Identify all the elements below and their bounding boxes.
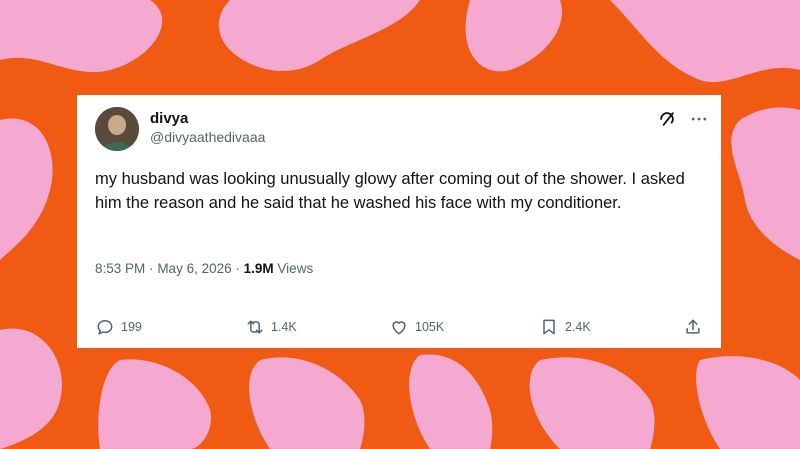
repost-button[interactable]: 1.4K [245, 315, 297, 339]
repost-count: 1.4K [271, 320, 297, 334]
share-button[interactable] [683, 315, 703, 339]
author-handle[interactable]: @divyaathedivaaa [150, 129, 265, 145]
action-bar: 199 1.4K 105K 2.4K [95, 315, 707, 339]
views-label: Views [277, 261, 314, 276]
like-count: 105K [415, 320, 445, 334]
bookmark-icon [543, 319, 555, 335]
avatar[interactable] [95, 107, 139, 151]
more-icon[interactable] [689, 109, 709, 129]
views-count: 1.9M [243, 261, 274, 276]
bookmark-button[interactable]: 2.4K [539, 315, 591, 339]
tweet-text: my husband was looking unusually glowy a… [95, 170, 685, 212]
share-icon [686, 319, 700, 334]
meta-separator: · [235, 261, 240, 276]
reply-count: 199 [121, 320, 142, 334]
tweet-date[interactable]: May 6, 2026 [157, 261, 231, 276]
like-icon [392, 321, 406, 335]
tweet-card: divya @divyaathedivaaa my husband was lo… [77, 95, 721, 348]
reply-button[interactable]: 199 [95, 315, 142, 339]
reply-icon [97, 320, 113, 335]
tweet-meta: 8:53 PM · May 6, 2026 · 1.9M Views [95, 261, 313, 276]
tweet-time[interactable]: 8:53 PM [95, 261, 145, 276]
author-name[interactable]: divya [150, 110, 188, 127]
avatar-image [95, 107, 139, 151]
grok-icon[interactable] [657, 109, 677, 129]
like-button[interactable]: 105K [389, 315, 444, 339]
bookmark-count: 2.4K [565, 320, 591, 334]
repost-icon [247, 320, 263, 334]
meta-separator: · [149, 261, 154, 276]
